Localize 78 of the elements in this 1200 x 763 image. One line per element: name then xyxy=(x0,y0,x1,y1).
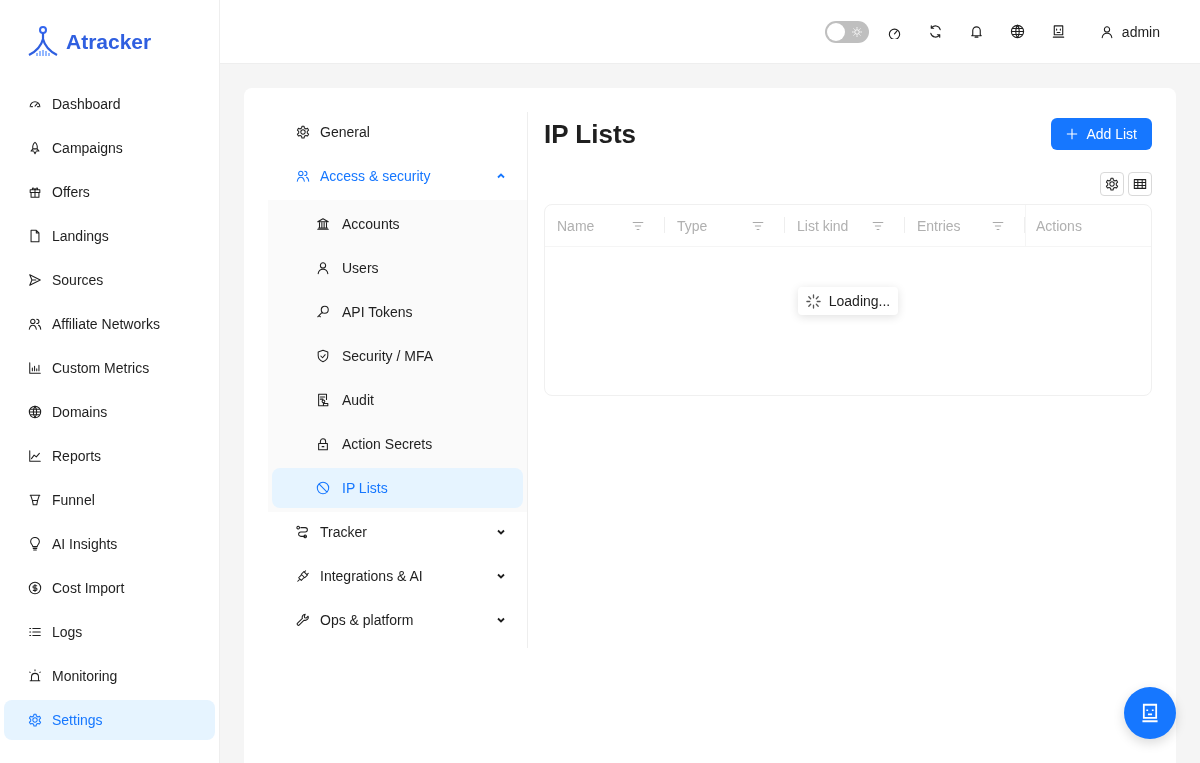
users-icon xyxy=(28,317,42,331)
send-icon xyxy=(28,273,42,287)
settings-submenu-item[interactable]: Accounts xyxy=(272,204,523,244)
loading-indicator: Loading... xyxy=(797,287,899,315)
sidebar-item[interactable]: Settings xyxy=(4,700,215,740)
add-list-button[interactable]: Add List xyxy=(1051,118,1152,150)
bulb-icon xyxy=(28,537,42,551)
user-menu[interactable]: admin xyxy=(1099,23,1160,40)
shield-icon xyxy=(316,349,330,363)
globe-icon[interactable] xyxy=(1009,24,1025,39)
settings-menu-item[interactable]: Tracker xyxy=(272,512,523,552)
sidebar-item[interactable]: Reports xyxy=(4,436,215,476)
bell-icon[interactable] xyxy=(968,24,984,39)
table-settings-button[interactable] xyxy=(1100,172,1124,196)
sidebar-item[interactable]: Sources xyxy=(4,260,215,300)
table-density-button[interactable] xyxy=(1128,172,1152,196)
key-icon xyxy=(316,305,330,319)
settings-menu-item[interactable]: Integrations & AI xyxy=(272,556,523,596)
refresh-icon[interactable] xyxy=(927,24,943,39)
alarm-icon xyxy=(28,669,42,683)
plug-icon xyxy=(296,569,310,583)
column-header: Entries xyxy=(917,217,961,234)
sidebar-item[interactable]: Cost Import xyxy=(4,568,215,608)
plus-icon xyxy=(1066,128,1079,140)
settings-submenu-item[interactable]: Audit xyxy=(272,380,523,420)
settings-submenu-item[interactable]: Users xyxy=(272,248,523,288)
line-chart-icon xyxy=(28,449,42,463)
column-header: Type xyxy=(677,217,708,234)
sidebar-item[interactable]: Campaigns xyxy=(4,128,215,168)
column-header: Name xyxy=(557,217,595,234)
bar-chart-icon xyxy=(28,361,42,375)
settings-submenu-item[interactable]: API Tokens xyxy=(272,292,523,332)
column-header: List kind xyxy=(797,217,849,234)
user-icon xyxy=(316,261,330,275)
spinner-icon xyxy=(805,293,821,309)
settings-menu-item[interactable]: General xyxy=(272,112,523,152)
sidebar-item[interactable]: Logs xyxy=(4,612,215,652)
robot-icon[interactable] xyxy=(1050,24,1066,39)
page-title: IP Lists xyxy=(544,118,636,150)
logo-text: Atracker xyxy=(66,30,152,54)
dollar-icon xyxy=(28,581,42,595)
route-icon xyxy=(296,525,310,539)
sidebar-item[interactable]: Domains xyxy=(4,392,215,432)
robot-icon xyxy=(1139,702,1161,724)
user-icon xyxy=(1099,24,1114,39)
sidebar-item[interactable]: Landings xyxy=(4,216,215,256)
lock-icon xyxy=(316,437,330,451)
funnel-icon xyxy=(28,493,42,507)
settings-icon xyxy=(1105,177,1119,191)
sidebar-item[interactable]: Funnel xyxy=(4,480,215,520)
rocket-icon xyxy=(28,141,42,155)
settings-submenu-item[interactable]: Action Secrets xyxy=(272,424,523,464)
settings-menu-item[interactable]: Ops & platform xyxy=(272,600,523,640)
sidebar-item[interactable]: Monitoring xyxy=(4,656,215,696)
settings-icon xyxy=(28,713,42,727)
column-header: Actions xyxy=(1036,217,1082,234)
list-icon xyxy=(28,625,42,639)
users-icon xyxy=(296,169,310,183)
audit-icon xyxy=(316,393,330,407)
sidebar-item[interactable]: Dashboard xyxy=(4,84,215,124)
block-icon xyxy=(316,481,330,495)
settings-submenu-item[interactable]: Security / MFA xyxy=(272,336,523,376)
sun-icon xyxy=(850,25,863,38)
sidebar-item[interactable]: Offers xyxy=(4,172,215,212)
globe-icon xyxy=(28,405,42,419)
settings-menu-item[interactable]: Access & security xyxy=(272,156,523,196)
sidebar-item[interactable]: AI Insights xyxy=(4,524,215,564)
wrench-icon xyxy=(296,613,310,627)
settings-submenu-item[interactable]: IP Lists xyxy=(272,468,523,508)
logo-icon xyxy=(26,25,60,59)
bank-icon xyxy=(316,217,330,231)
settings-icon xyxy=(296,125,310,139)
sidebar-item[interactable]: Custom Metrics xyxy=(4,348,215,388)
table-icon xyxy=(1133,177,1147,191)
document-icon xyxy=(28,229,42,243)
sidebar-item[interactable]: Affiliate Networks xyxy=(4,304,215,344)
gift-icon xyxy=(28,185,42,199)
theme-toggle[interactable] xyxy=(824,20,869,43)
